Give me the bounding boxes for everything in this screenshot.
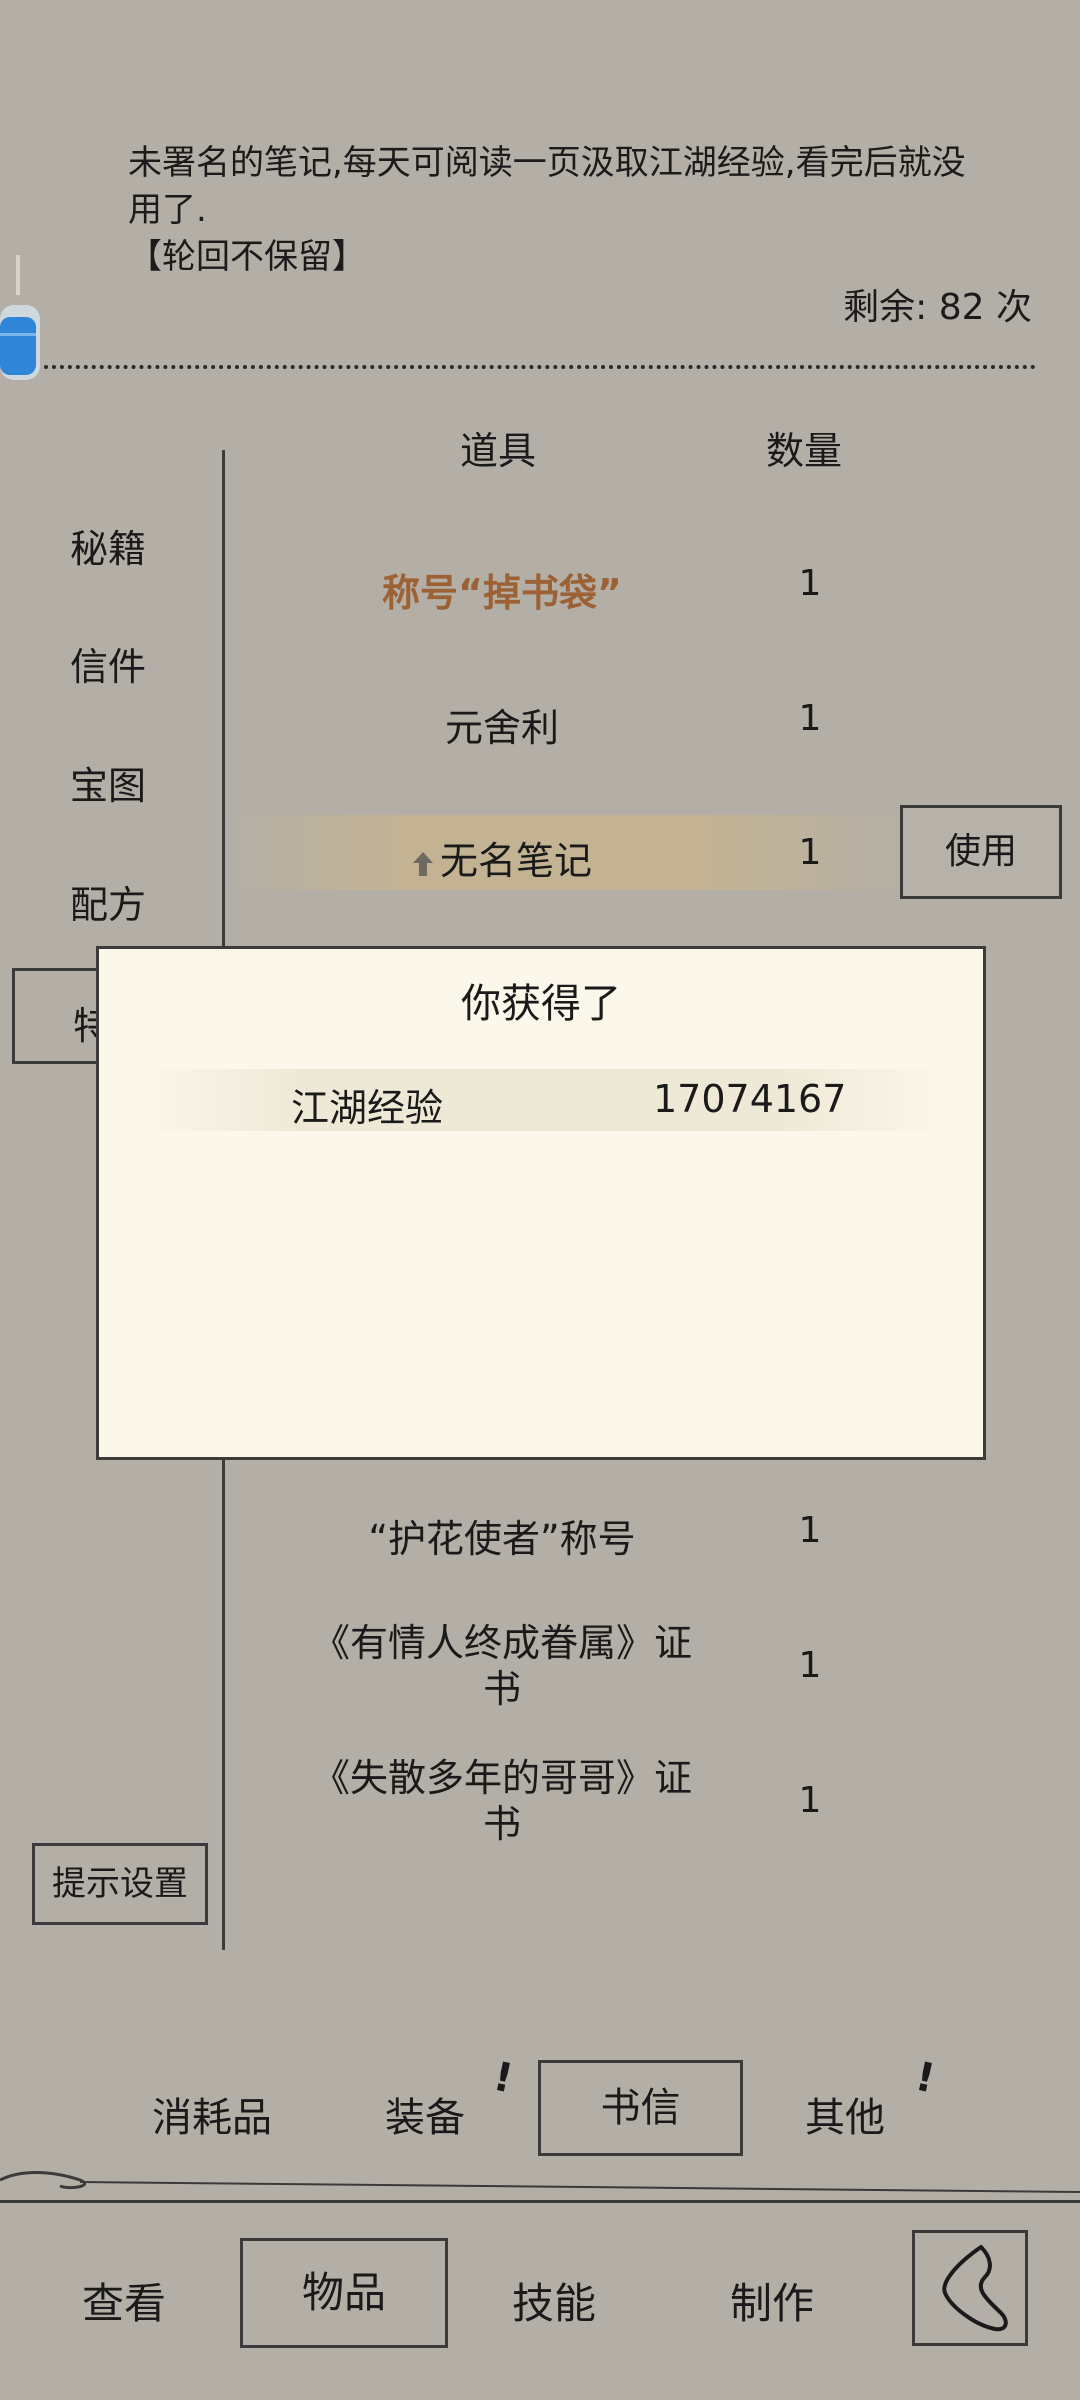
use-button[interactable]: 使用 [900, 805, 1062, 899]
upgrade-arrow-icon [412, 851, 433, 876]
back-arrow-icon [942, 2245, 1008, 2332]
item-qty: 1 [798, 563, 822, 604]
nav-craft[interactable]: 制作 [730, 2270, 814, 2331]
nav-view[interactable]: 查看 [82, 2270, 166, 2331]
reward-label: 江湖经验 [291, 1086, 444, 1130]
subtab-letters-selected[interactable]: 书信 [538, 2060, 743, 2156]
back-button[interactable] [912, 2230, 1028, 2346]
item-qty: 1 [798, 1645, 822, 1686]
bottom-nav-divider [0, 2200, 1080, 2203]
item-qty: 1 [798, 1780, 822, 1821]
reward-value: 17074167 [653, 1077, 847, 1121]
item-name-lost-brother-certificate[interactable]: 《失散多年的哥哥》证 书 [282, 1755, 722, 1847]
category-letters[interactable]: 信件 [70, 636, 146, 691]
item-name-label: 无名笔记 [439, 839, 592, 883]
item-qty: 1 [798, 698, 822, 739]
item-description: 未署名的笔记,每天可阅读一页汲取江湖经验,看完后就没用了. 【轮回不保留】 [128, 140, 968, 281]
category-recipes[interactable]: 配方 [70, 874, 146, 929]
item-name-line: 《有情人终成眷属》证 [311, 1621, 692, 1665]
subtab-other[interactable]: 其他 [805, 2085, 885, 2143]
item-qty: 1 [798, 832, 822, 873]
item-name-unnamed-notes[interactable]: 无名笔记 [282, 830, 722, 885]
item-name-line: 书 [482, 1667, 521, 1711]
column-header-item: 道具 [460, 429, 537, 473]
reward-popup[interactable]: 你获得了 江湖经验 17074167 [96, 946, 986, 1460]
other-alert-icon: ! [911, 2053, 939, 2103]
subtab-consumables[interactable]: 消耗品 [152, 2085, 272, 2143]
subtab-equipment[interactable]: 装备 [385, 2085, 465, 2143]
description-text: 未署名的笔记,每天可阅读一页汲取江湖经验,看完后就没用了. [128, 143, 966, 230]
remaining-count: 剩余: 82 次 [843, 287, 1032, 328]
nav-items-selected[interactable]: 物品 [240, 2238, 448, 2348]
brush-wave-divider [0, 2171, 1080, 2193]
hint-settings-button[interactable]: 提示设置 [32, 1843, 208, 1925]
popup-title: 你获得了 [461, 981, 621, 1027]
item-name-title-book-bag[interactable]: 称号“掉书袋” [282, 562, 722, 617]
item-name-lovers-certificate[interactable]: 《有情人终成眷属》证 书 [282, 1620, 722, 1712]
item-name-line: 书 [482, 1802, 521, 1846]
category-treasure-maps[interactable]: 宝图 [70, 755, 146, 810]
item-name-flower-guardian-title[interactable]: “护花使者”称号 [282, 1508, 722, 1563]
category-secret-books[interactable]: 秘籍 [70, 518, 146, 573]
description-tag: 【轮回不保留】 [128, 237, 366, 277]
column-header-qty: 数量 [766, 429, 843, 473]
equipment-alert-icon: ! [489, 2053, 517, 2103]
item-qty: 1 [798, 1510, 822, 1551]
dotted-divider [44, 365, 1036, 369]
item-name-line: 《失散多年的哥哥》证 [311, 1756, 692, 1800]
item-name-relic[interactable]: 元舍利 [282, 697, 722, 752]
nav-skills[interactable]: 技能 [512, 2270, 596, 2331]
